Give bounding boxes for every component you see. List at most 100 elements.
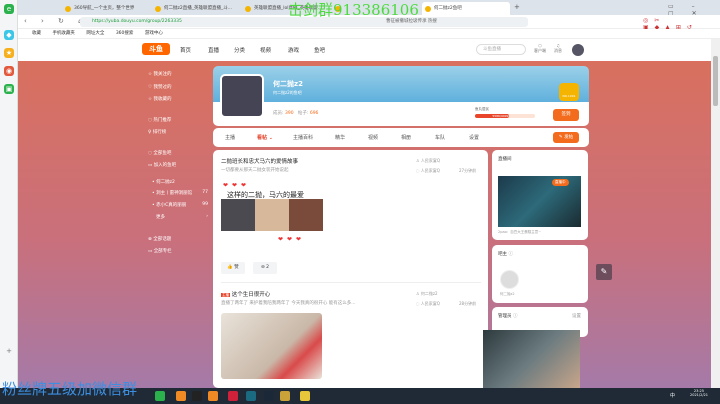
new-post-button[interactable]: ✎ 发帖 [553,132,579,143]
sidebar-item-favorites[interactable]: ☆ 我收藏的 [148,96,171,102]
user-avatar[interactable] [572,44,584,56]
post-author[interactable]: ♙ 人民家宴Q [416,158,440,164]
nav-video[interactable]: 视频 [260,46,271,54]
new-tab-button[interactable]: + [514,3,520,11]
taskbar-app-icon[interactable] [176,391,186,401]
label: 全部鱼吧 [153,151,172,156]
favorites-icon[interactable]: ★ [4,48,14,58]
bookmark[interactable]: 网址大全 [86,31,104,36]
sidebar-item-columns[interactable]: ▭ 全部专栏 [148,248,172,254]
tab-album[interactable]: 相册 [401,134,411,141]
taskbar-app-icon[interactable] [246,391,256,401]
tab-posts[interactable]: 看帖 ⌄ [257,134,273,141]
tab-wiki[interactable]: 主播百科 [293,134,313,141]
count: 99 [202,202,208,207]
bookmarks-bar: 收藏 手机收藏夹 网址大全 360搜索 游戏中心 [18,29,720,39]
label: 加入的鱼吧 [153,163,177,168]
taskbar-app-icon[interactable] [280,391,290,401]
live-thumbnail[interactable]: 直播中 [498,176,581,227]
like-button[interactable]: 👍 赞 [221,262,245,274]
post-title[interactable]: 二抛班长和忠犬马六的爱情故事 [221,157,298,165]
browser-logo-icon[interactable]: e [4,4,14,14]
level-progress: 5586/9999 [475,114,535,118]
browser-tab[interactable]: 何二抛z2直播_英雄联盟直播_斗... [152,2,240,15]
browser-tab-active[interactable]: 何二抛z2鱼吧 [422,2,510,15]
level-badge: NO.1991 [559,83,579,101]
tab-settings[interactable]: 设置 [469,134,479,141]
nav-home[interactable]: 首页 [180,46,191,54]
taskbar-app-icon[interactable] [228,391,238,401]
sidebar-item-all-groups[interactable]: ◌ 全部鱼吧 [148,150,171,156]
comment-button[interactable]: ⊜ 2 [253,262,277,274]
taskbar-app-icon[interactable] [300,391,310,401]
scrollbar-thumb[interactable] [713,56,718,106]
live-room-card: 直播间 直播中 2pao：自豆大王蛋糕主意~ [492,150,588,240]
sidebar-item-hot[interactable]: ◌ 热门推荐 [148,117,171,123]
admin-settings-link[interactable]: 设置 [572,313,581,319]
client-button[interactable]: ⬡ 客户端 [534,43,546,54]
sidebar-item-topics[interactable]: ⊗ 全部话题 [148,236,171,242]
webcam-overlay [483,330,580,388]
label: 何二抛z2 [156,180,175,185]
signin-button[interactable]: 签到 [553,109,579,121]
post-author[interactable]: ♙ 何二抛z2 [416,291,438,297]
cake-image[interactable] [221,313,322,379]
joined-group[interactable]: • 何二抛z2 [152,179,175,185]
add-icon[interactable]: + [4,346,14,356]
post-image[interactable] [221,199,255,231]
tab-streamer[interactable]: 主播 [225,134,235,141]
tab-team[interactable]: 车队 [435,134,445,141]
card-title: 吧主 ⓘ [498,252,513,257]
nav-live[interactable]: 直播 [208,46,219,54]
sidebar-item-liked[interactable]: ♡ 我赞过的 [148,84,171,90]
douyu-logo[interactable]: 斗鱼 [142,43,170,55]
level-name: 鱼丸居民 [475,107,489,111]
joined-group[interactable]: • 赤小C真的丽丽 99 [152,202,208,208]
sidebar-item-joined[interactable]: ▭ 加入的鱼吧 [148,162,176,168]
more-groups[interactable]: 更多 › [156,214,208,220]
nav-buttons[interactable]: ‹ › ↻ ⌂ [24,17,89,25]
bookmark[interactable]: 360搜索 [116,31,134,36]
edit-float-icon[interactable]: ✎ [596,264,612,280]
taskbar-app-icon[interactable] [155,391,165,401]
taskbar-app-icon[interactable] [192,391,202,401]
post-title[interactable]: 主播 这个生日很开心 [221,290,270,298]
tab-video[interactable]: 视频 [368,134,378,141]
sidebar-item-following[interactable]: ☆ 我关注的 [148,71,171,77]
label: 发帖 [564,135,574,140]
label: 我收藏的 [153,97,172,102]
steam-icon[interactable] [264,391,274,401]
messages-button[interactable]: ♫ 消息 [554,43,562,54]
bookmark[interactable]: 收藏 [32,31,41,36]
weibo-icon[interactable]: ◉ [4,66,14,76]
group-tabs: 主播 看帖 ⌄ 主播百科 精华 视频 相册 车队 设置 ✎ 发帖 [213,128,589,147]
owner-avatar[interactable] [500,270,519,289]
count: 77 [202,190,208,195]
site-search-input[interactable]: 斗鱼直播 [476,44,526,55]
sidebar-app-icon[interactable]: ◆ [4,30,14,40]
label: 看帖 [257,135,268,141]
nav-game[interactable]: 游戏 [288,46,299,54]
label: 全部话题 [153,237,172,242]
ime-indicator[interactable]: 中 [670,392,675,399]
client-label: 客户端 [534,48,546,53]
sidebar-item-ranking[interactable]: ♀ 排行榜 [148,129,166,135]
bookmark[interactable]: 手机收藏夹 [52,31,75,36]
browser-tab[interactable]: 360导航_一个主页，整个世界 [62,2,150,15]
nav-yuba[interactable]: 鱼吧 [314,46,325,54]
taskbar-app-icon[interactable] [208,391,218,401]
label: 赤小C真的丽丽 [156,203,187,208]
divider [221,282,481,283]
joined-group[interactable]: • 洞主丨雷神洞丽馆 77 [152,190,208,196]
post-image[interactable] [255,199,289,231]
tab-featured[interactable]: 精华 [335,134,345,141]
bookmark[interactable]: 游戏中心 [145,31,163,36]
messages-label: 消息 [554,48,562,53]
post-image[interactable] [289,199,323,231]
clock[interactable]: 23:25 2021/2/21 [690,389,708,397]
browser-sidebar: e ◆ ★ ◉ ▣ + [0,0,18,388]
app-icon[interactable]: ▣ [4,84,14,94]
owner-name[interactable]: 何二抛z2 [500,292,515,297]
nav-category[interactable]: 分类 [234,46,245,54]
live-caption: 2pao：自豆大王蛋糕主意~ [498,230,542,234]
